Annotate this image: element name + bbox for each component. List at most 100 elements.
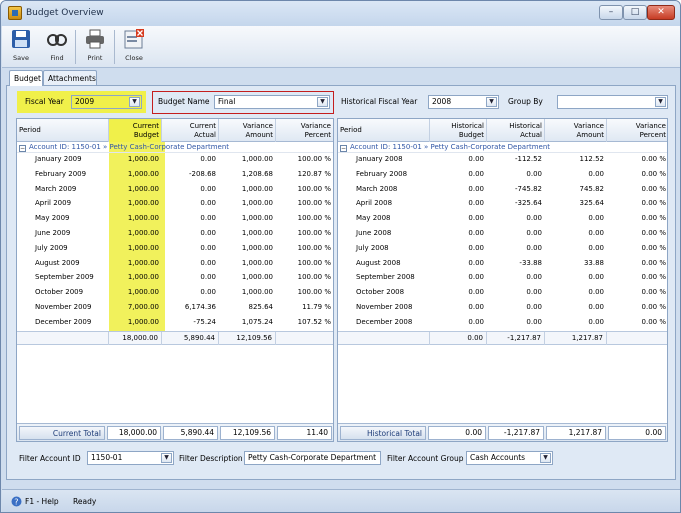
table-row[interactable]: March 2008 0.00 -745.82 745.82 0.00 %: [338, 183, 667, 196]
summary-cell: 12,109.56: [219, 332, 276, 345]
col-current-budget[interactable]: Current Budget: [109, 119, 162, 142]
svg-text:?: ?: [14, 498, 18, 507]
chevron-down-icon[interactable]: ▼: [161, 453, 172, 463]
find-icon: [47, 34, 67, 46]
col-variance-percent[interactable]: Variance Percent: [276, 119, 333, 142]
table-cell: 100.00 %: [297, 258, 331, 267]
col-historical-budget[interactable]: Historical Budget: [430, 119, 487, 142]
budget-name-value: Final: [218, 97, 236, 106]
filter-account-group-combo[interactable]: Cash Accounts ▼: [466, 451, 553, 465]
table-cell: 0.00: [526, 288, 542, 297]
table-row[interactable]: June 2009 1,000.00 0.00 1,000.00 100.00 %: [17, 227, 333, 240]
col-variance-amount[interactable]: Variance Amount: [219, 119, 276, 142]
collapse-icon[interactable]: −: [340, 145, 347, 152]
table-cell: 0.00: [468, 169, 484, 178]
table-row[interactable]: May 2008 0.00 0.00 0.00 0.00 %: [338, 212, 667, 225]
table-cell: 1,000.00: [127, 169, 159, 178]
table-row[interactable]: December 2008 0.00 0.00 0.00 0.00 %: [338, 316, 667, 329]
historical-total-footer: Historical Total 0.00 -1,217.87 1,217.87…: [338, 423, 667, 441]
title-bar[interactable]: Budget Overview – □ ✕: [1, 1, 680, 26]
historical-total-budget: 0.00: [428, 426, 486, 440]
table-row[interactable]: November 2009 7,000.00 6,174.36 825.64 11.79…: [17, 301, 333, 314]
table-row[interactable]: December 2009 1,000.00 -75.24 1,075.24 107.5…: [17, 316, 333, 329]
table-row[interactable]: August 2008 0.00 -33.88 33.88 0.00 %: [338, 257, 667, 270]
maximize-button[interactable]: □: [623, 5, 647, 20]
table-cell: 1,000.00: [127, 273, 159, 282]
table-row[interactable]: February 2009 1,000.00 -208.68 1,208.68 120.…: [17, 168, 333, 181]
historical-fiscal-year-label: Historical Fiscal Year: [341, 97, 418, 106]
close-button[interactable]: Close: [119, 28, 149, 66]
print-button[interactable]: Print: [80, 28, 110, 66]
table-row[interactable]: January 2009 1,000.00 0.00 1,000.00 100.00 %: [17, 153, 333, 166]
table-row[interactable]: July 2009 1,000.00 0.00 1,000.00 100.00 %: [17, 242, 333, 255]
table-cell: December 2009: [35, 317, 92, 326]
table-cell: 1,000.00: [127, 317, 159, 326]
summary-cell: 1,217.87: [545, 332, 607, 345]
current-total-label: Current Total: [19, 426, 105, 440]
table-cell: April 2008: [356, 199, 393, 208]
table-row[interactable]: September 2009 1,000.00 0.00 1,000.00 100.00…: [17, 271, 333, 284]
col-variance-amount-line1: Variance: [573, 122, 604, 130]
table-cell: 1,000.00: [127, 288, 159, 297]
table-cell: 0.00: [200, 155, 216, 163]
historical-fiscal-year-combo[interactable]: 2008 ▼: [428, 95, 499, 109]
find-button[interactable]: Find: [42, 28, 72, 66]
table-row[interactable]: July 2008 0.00 0.00 0.00 0.00 %: [338, 242, 667, 255]
help-shortcut[interactable]: F1 - Help: [25, 497, 59, 507]
table-row[interactable]: September 2008 0.00 0.00 0.00 0.00 %: [338, 271, 667, 284]
fiscal-year-combo[interactable]: 2009 ▼: [71, 95, 142, 109]
account-group-label: Account ID: 1150-01 » Petty Cash-Corpora…: [350, 143, 551, 151]
table-cell: 1,000.00: [127, 258, 159, 267]
tab-budget[interactable]: Budget: [9, 70, 43, 86]
table-row[interactable]: January 2008 0.00 -112.52 112.52 0.00 %: [338, 153, 667, 166]
table-row[interactable]: November 2008 0.00 0.00 0.00 0.00 %: [338, 301, 667, 314]
current-budget-grid[interactable]: Period Current Budget Current Actual Varia…: [16, 118, 334, 442]
minimize-button[interactable]: –: [599, 5, 623, 20]
tab-attachments[interactable]: Attachments: [43, 70, 97, 86]
col-variance-percent[interactable]: Variance Percent: [607, 119, 667, 142]
col-current-budget-line1: Current: [132, 122, 159, 130]
account-group-row[interactable]: − Account ID: 1150-01 » Petty Cash-Corpor…: [338, 142, 667, 153]
table-row[interactable]: April 2008 0.00 -325.64 325.64 0.00 %: [338, 197, 667, 210]
filter-account-id-combo[interactable]: 1150-01 ▼: [87, 451, 174, 465]
col-period[interactable]: Period: [17, 119, 109, 142]
col-period[interactable]: Period: [338, 119, 430, 142]
table-cell: June 2008: [356, 229, 392, 237]
table-row[interactable]: October 2008 0.00 0.00 0.00 0.00 %: [338, 286, 667, 299]
table-cell: 1,075.24: [241, 317, 273, 326]
chevron-down-icon[interactable]: ▼: [129, 97, 140, 107]
table-row[interactable]: May 2009 1,000.00 0.00 1,000.00 100.00 %: [17, 212, 333, 225]
col-variance-amount[interactable]: Variance Amount: [545, 119, 607, 142]
col-current-actual[interactable]: Current Actual: [162, 119, 219, 142]
col-historical-actual[interactable]: Historical Actual: [487, 119, 545, 142]
collapse-icon[interactable]: −: [19, 145, 26, 152]
table-row[interactable]: August 2009 1,000.00 0.00 1,000.00 100.00 %: [17, 257, 333, 270]
table-row[interactable]: April 2009 1,000.00 0.00 1,000.00 100.00 %: [17, 197, 333, 210]
account-group-row[interactable]: − Account ID: 1150-01 » Petty Cash-Corpor…: [17, 142, 333, 153]
save-button[interactable]: Save: [6, 28, 36, 66]
filter-description-input[interactable]: Petty Cash-Corporate Department: [244, 451, 381, 465]
table-row[interactable]: October 2009 1,000.00 0.00 1,000.00 100.00 %: [17, 286, 333, 299]
group-by-combo[interactable]: ▼: [557, 95, 668, 109]
chevron-down-icon[interactable]: ▼: [486, 97, 497, 107]
table-cell: 1,000.00: [127, 184, 159, 193]
chevron-down-icon[interactable]: ▼: [540, 453, 551, 463]
table-cell: 100.00 %: [297, 243, 331, 252]
table-row[interactable]: March 2009 1,000.00 0.00 1,000.00 100.00 %: [17, 183, 333, 196]
table-row[interactable]: February 2008 0.00 0.00 0.00 0.00 %: [338, 168, 667, 181]
budget-name-combo[interactable]: Final ▼: [214, 95, 330, 109]
table-cell: -33.88: [519, 258, 542, 267]
col-variance-percent-line2: Percent: [304, 130, 331, 139]
summary-spacer: [338, 332, 430, 345]
help-icon[interactable]: ?: [11, 496, 22, 507]
table-cell: 0.00 %: [641, 169, 666, 178]
close-window-button[interactable]: ✕: [647, 5, 675, 20]
summary-row: 18,000.00 5,890.44 12,109.56: [17, 331, 333, 345]
table-cell: September 2009: [35, 273, 94, 282]
table-row[interactable]: June 2008 0.00 0.00 0.00 0.00 %: [338, 227, 667, 240]
find-label: Find: [50, 54, 64, 62]
historical-budget-grid[interactable]: Period Historical Budget Historical Actual…: [337, 118, 668, 442]
chevron-down-icon[interactable]: ▼: [655, 97, 666, 107]
table-cell: October 2008: [356, 288, 405, 297]
chevron-down-icon[interactable]: ▼: [317, 97, 328, 107]
